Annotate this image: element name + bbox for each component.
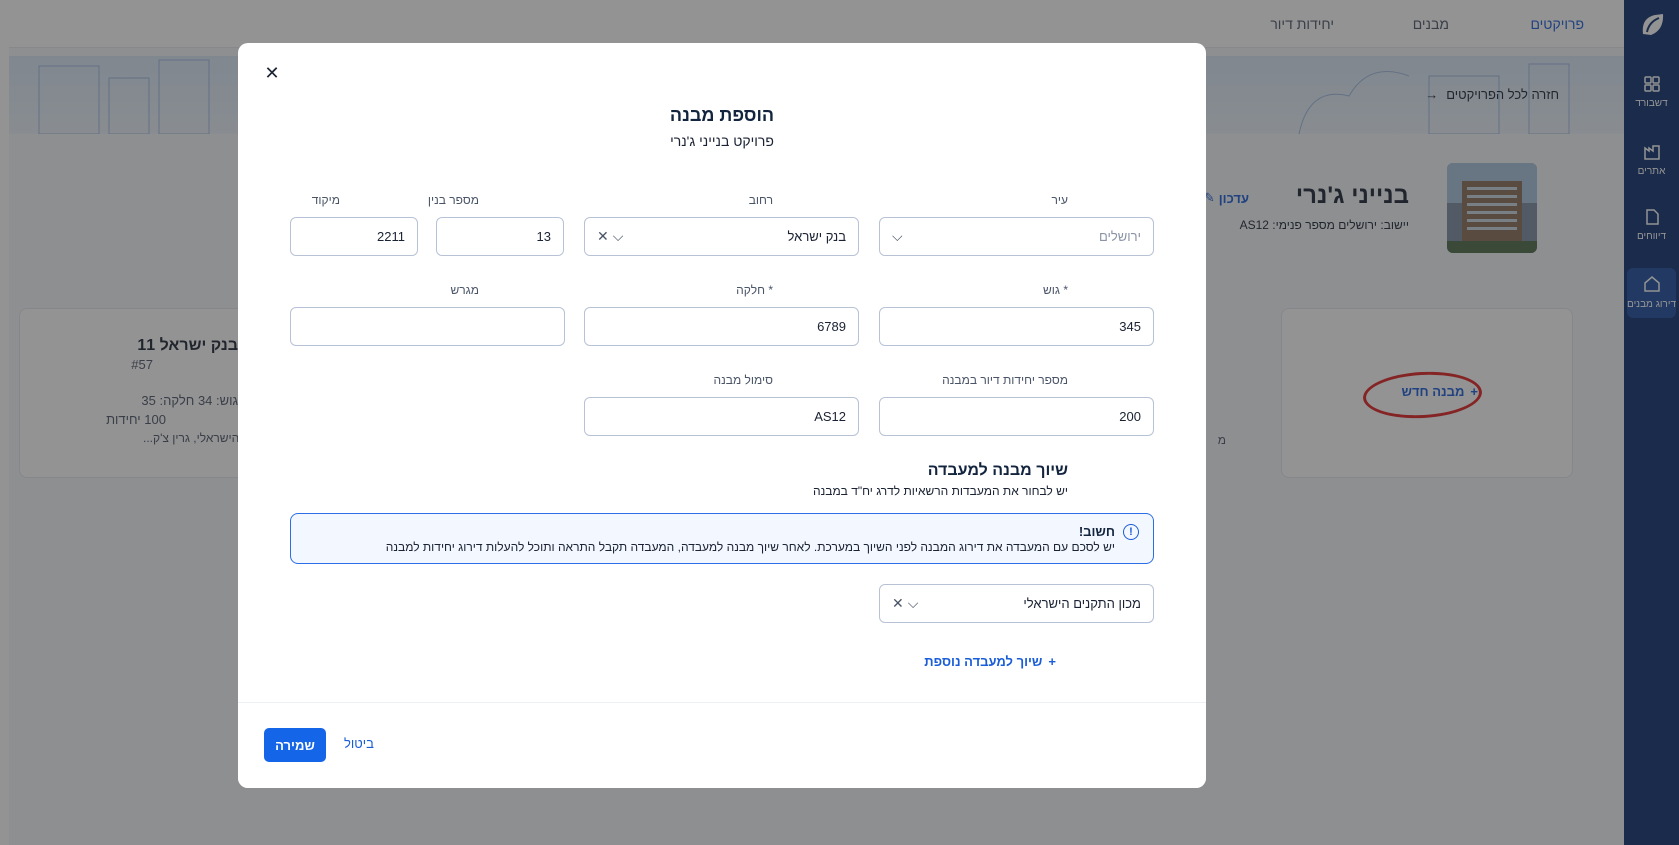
clear-icon[interactable]: ✕ <box>892 595 904 612</box>
lot-label: מגרש <box>450 283 480 297</box>
modal-footer: שמירה ביטול <box>238 702 1206 788</box>
add-building-modal: ✕ הוספת מבנה פרויקט בנייני ג'נרי עיר ירו… <box>238 43 1206 788</box>
notice-body: יש לסכם עם המעבדה את דירוג המבנה לפני הש… <box>385 540 1115 554</box>
lab-section-subtitle: יש לבחור את המעבדות הרשאיות לדרג יח"ד במ… <box>812 484 1068 498</box>
chevron-down-icon[interactable]: ⌵ <box>908 595 919 612</box>
lab-section-title: שיוך מבנה למעבדה <box>927 462 1068 479</box>
clear-icon[interactable]: ✕ <box>597 228 609 245</box>
building-code-label: סימול מבנה <box>713 373 774 387</box>
building-number-input[interactable]: 13 <box>436 217 564 256</box>
plus-icon: + <box>1048 654 1056 669</box>
info-icon: ! <box>1123 524 1139 540</box>
zip-label: מיקוד <box>311 193 340 207</box>
city-select[interactable]: ירושלים ⌵ <box>879 217 1154 256</box>
lab-select[interactable]: מכון התקנים הישראלי ⌵ ✕ <box>879 584 1154 623</box>
cancel-button[interactable]: ביטול <box>344 736 374 751</box>
street-label: רחוב <box>748 193 773 207</box>
save-button[interactable]: שמירה <box>264 728 326 762</box>
modal-title: הוספת מבנה <box>669 105 775 125</box>
city-label: עיר <box>1051 193 1068 207</box>
block-label: * גוש <box>1043 283 1068 297</box>
block-input[interactable]: 345 <box>879 307 1154 346</box>
units-count-label: מספר יחידות דיור במבנה <box>942 373 1068 387</box>
street-value: בנק ישראל <box>787 229 846 244</box>
units-count-input[interactable]: 200 <box>879 397 1154 436</box>
parcel-label: * חלקה <box>736 283 773 297</box>
modal-subtitle: פרויקט בנייני ג'נרי <box>670 133 774 149</box>
chevron-down-icon[interactable]: ⌵ <box>613 228 624 245</box>
important-notice: ! חשוב! יש לסכם עם המעבדה את דירוג המבנה… <box>290 513 1154 564</box>
street-select[interactable]: בנק ישראל ⌵ ✕ <box>584 217 859 256</box>
lot-input[interactable] <box>290 307 565 346</box>
zip-input[interactable]: 2211 <box>290 217 418 256</box>
building-number-label: מספר בנין <box>427 193 479 207</box>
add-lab-button[interactable]: + שיוך למעבדה נוספת <box>924 654 1056 669</box>
city-value: ירושלים <box>1098 229 1141 244</box>
add-lab-label: שיוך למעבדה נוספת <box>924 654 1043 669</box>
building-code-input[interactable]: AS12 <box>584 397 859 436</box>
close-icon[interactable]: ✕ <box>260 61 284 85</box>
notice-title: חשוב! <box>1078 524 1115 539</box>
lab-value: מכון התקנים הישראלי <box>1023 596 1141 611</box>
parcel-input[interactable]: 6789 <box>584 307 859 346</box>
chevron-down-icon: ⌵ <box>892 228 903 244</box>
